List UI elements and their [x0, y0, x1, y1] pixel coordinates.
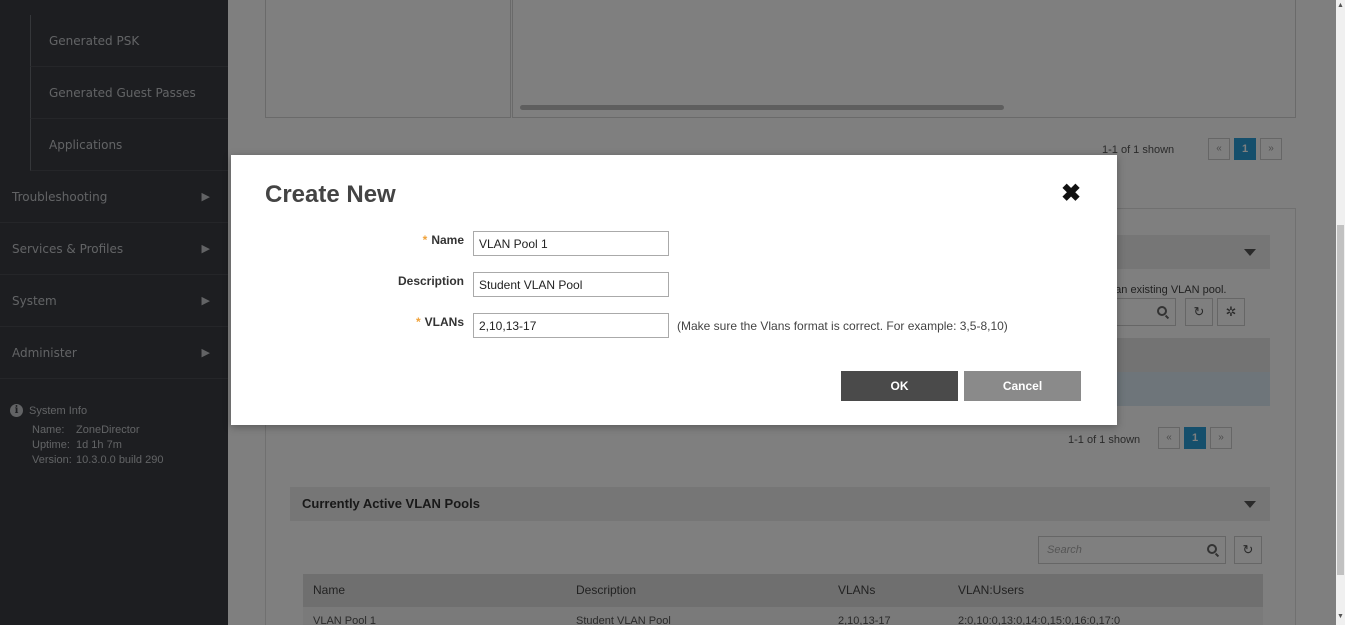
description-field-label: Description — [397, 274, 464, 288]
ok-button[interactable]: OK — [841, 371, 958, 401]
scroll-up-icon[interactable]: ▲ — [1337, 2, 1344, 9]
close-icon[interactable]: ✖ — [1061, 182, 1081, 206]
required-mark: * — [422, 233, 428, 247]
vertical-scrollbar[interactable]: ▲ ▼ — [1336, 0, 1345, 625]
vlans-field[interactable] — [473, 313, 669, 338]
create-new-dialog: Create New ✖ *Name Description *VLANs (M… — [231, 155, 1117, 425]
cancel-button[interactable]: Cancel — [964, 371, 1081, 401]
description-field[interactable] — [473, 272, 669, 297]
name-field-label: * Name — [422, 233, 464, 247]
scroll-down-icon[interactable]: ▼ — [1337, 613, 1344, 620]
dialog-title: Create New — [265, 181, 396, 208]
required-mark: * — [415, 315, 421, 329]
vlans-format-hint: (Make sure the Vlans format is correct. … — [677, 319, 1008, 333]
name-field[interactable] — [473, 231, 669, 256]
scrollbar-thumb[interactable] — [1337, 225, 1344, 575]
vlans-field-label: * VLANs — [415, 315, 464, 329]
